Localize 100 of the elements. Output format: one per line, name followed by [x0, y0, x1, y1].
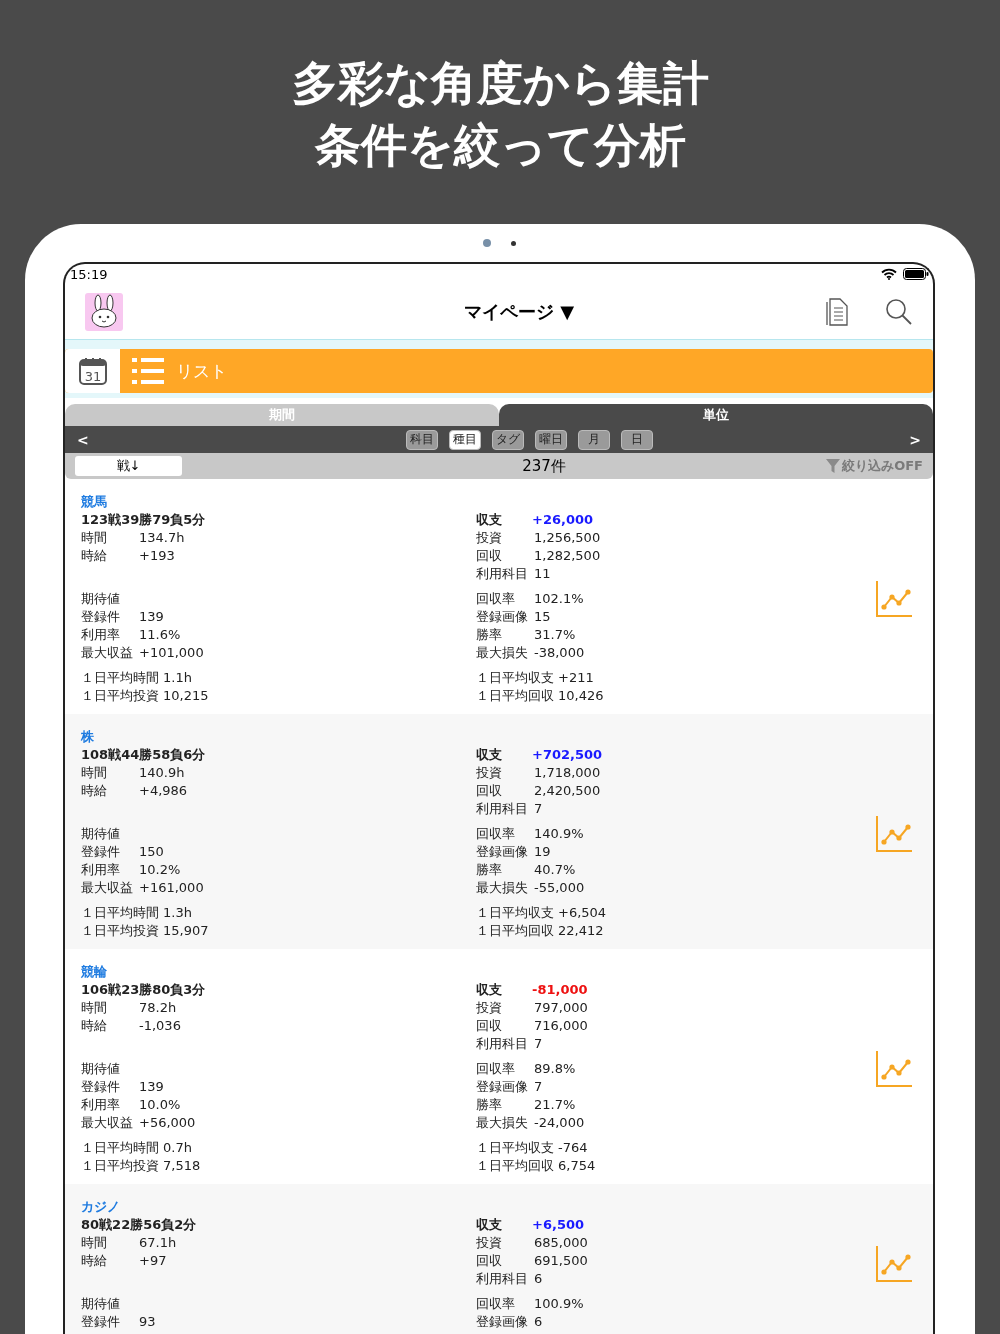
unit-option[interactable]: 種目	[448, 429, 481, 450]
unit-option[interactable]: 日	[620, 429, 653, 450]
stat-label: 最大損失	[476, 1114, 529, 1132]
stat-value: +4,986	[139, 782, 188, 800]
summary-card[interactable]	[65, 714, 933, 949]
stat-label: 投資	[476, 529, 503, 547]
win-loss-record: 80戦22勝56負2分	[81, 1216, 198, 1234]
stat-value: 11	[534, 565, 551, 583]
stat-label: 利用率	[81, 1096, 121, 1114]
win-loss-record: 123戦39勝79負5分	[81, 511, 207, 529]
stat-value: 134.7h	[139, 529, 185, 547]
stat-value: 685,000	[534, 1234, 588, 1252]
balance-value: +26,000	[532, 511, 594, 529]
stat-value: 31.7%	[534, 626, 576, 644]
stat-value: 691,500	[534, 1252, 588, 1270]
stat-label: 時給	[81, 782, 108, 800]
stat-value: 10.0%	[139, 1096, 181, 1114]
category-title: 株	[81, 728, 95, 746]
view-mode-label: リスト	[176, 359, 227, 383]
stat-label: 収支	[476, 1216, 503, 1234]
stat-label: 時間	[81, 999, 108, 1017]
stat-value: 93	[139, 1313, 156, 1331]
unit-option[interactable]: タグ	[491, 429, 524, 450]
line-chart-icon[interactable]	[875, 579, 913, 618]
stat-value: -38,000	[534, 644, 585, 662]
stat-label: 回収率	[476, 825, 516, 843]
stat-value: +6,504	[558, 904, 607, 922]
stat-label: 時給	[81, 547, 108, 565]
stat-value: 10,426	[558, 687, 604, 705]
stat-label: １日平均時間	[81, 669, 159, 687]
page-dot[interactable]	[510, 240, 516, 246]
next-button[interactable]: >	[907, 431, 923, 448]
funnel-icon	[826, 459, 841, 473]
line-chart-icon[interactable]	[875, 1049, 913, 1088]
status-time: 15:19	[70, 266, 108, 282]
stat-value: +56,000	[139, 1114, 196, 1132]
stat-value: 10.2%	[139, 861, 181, 879]
stat-label: 期待値	[81, 1295, 121, 1313]
category-title: 競馬	[81, 493, 108, 511]
stat-value: +193	[139, 547, 175, 565]
stat-value: 10,215	[163, 687, 209, 705]
stat-label: １日平均時間	[81, 904, 159, 922]
stat-label: 回収率	[476, 590, 516, 608]
calendar-icon[interactable]: 31	[77, 356, 108, 386]
segment-tab[interactable]: 単位	[499, 404, 933, 426]
stat-label: 勝率	[476, 1096, 503, 1114]
stat-label: １日平均回収	[476, 687, 554, 705]
stat-label: 回収率	[476, 1060, 516, 1078]
stat-label: 利用科目	[476, 565, 529, 583]
stat-label: １日平均収支	[476, 904, 554, 922]
win-loss-record: 108戦44勝58負6分	[81, 746, 207, 764]
stat-value: 21.7%	[534, 1096, 576, 1114]
stat-label: 勝率	[476, 626, 503, 644]
stat-label: 期待値	[81, 1060, 121, 1078]
wifi-icon	[881, 268, 897, 280]
stat-value: 22,412	[558, 922, 604, 940]
summary-card[interactable]: カジノ 80戦22勝56負2分 収支 +6,500 時間 67.1h 時給 +97 投資 685,000 回収 691,500 利用科目 6 期待値 登録件 93 回収率 100.9% 登録画像 6	[65, 1184, 933, 1334]
stat-label: 収支	[476, 511, 503, 529]
stat-label: 時間	[81, 764, 108, 782]
stat-value: 139	[139, 608, 164, 626]
stat-value: -1,036	[139, 1017, 181, 1035]
rabbit-app-icon[interactable]	[85, 292, 123, 331]
stat-value: 40.7%	[534, 861, 576, 879]
stat-value: 1.1h	[163, 669, 192, 687]
stat-value: 1.3h	[163, 904, 192, 922]
stat-value: 140.9h	[139, 764, 185, 782]
unit-option[interactable]: 科目	[405, 429, 438, 450]
stat-label: １日平均収支	[476, 1139, 554, 1157]
previous-button[interactable]: <	[75, 431, 91, 448]
stat-value: 7,518	[163, 1157, 201, 1175]
unit-option[interactable]: 曜日	[534, 429, 567, 450]
stat-value: +97	[139, 1252, 167, 1270]
stat-label: 勝率	[476, 861, 503, 879]
stat-label: 時給	[81, 1252, 108, 1270]
balance-value: -81,000	[532, 981, 588, 999]
stat-value: 67.1h	[139, 1234, 177, 1252]
stat-value: -55,000	[534, 879, 585, 897]
stat-label: 最大収益	[81, 1114, 134, 1132]
stat-value: 15,907	[163, 922, 209, 940]
stat-label: 最大収益	[81, 644, 134, 662]
sort-button[interactable]: 戦↓	[75, 456, 182, 476]
search-icon[interactable]	[885, 297, 913, 326]
stat-label: 登録画像	[476, 843, 529, 861]
stat-label: １日平均回収	[476, 922, 554, 940]
page-title-dropdown[interactable]: マイページ ▼	[159, 299, 789, 324]
document-icon[interactable]	[825, 297, 849, 326]
stat-label: 投資	[476, 764, 503, 782]
stat-value: 2,420,500	[534, 782, 601, 800]
stat-label: 収支	[476, 746, 503, 764]
stat-label: 最大損失	[476, 879, 529, 897]
unit-option[interactable]: 月	[577, 429, 610, 450]
stat-label: 登録件	[81, 1078, 121, 1096]
page-dot[interactable]	[482, 239, 491, 247]
stat-value: 797,000	[534, 999, 588, 1017]
stat-value: 102.1%	[534, 590, 584, 608]
stat-label: 期待値	[81, 825, 121, 843]
category-title: カジノ	[81, 1198, 121, 1216]
stat-label: １日平均回収	[476, 1157, 554, 1175]
stat-label: １日平均時間	[81, 1139, 159, 1157]
stat-value: 139	[139, 1078, 164, 1096]
